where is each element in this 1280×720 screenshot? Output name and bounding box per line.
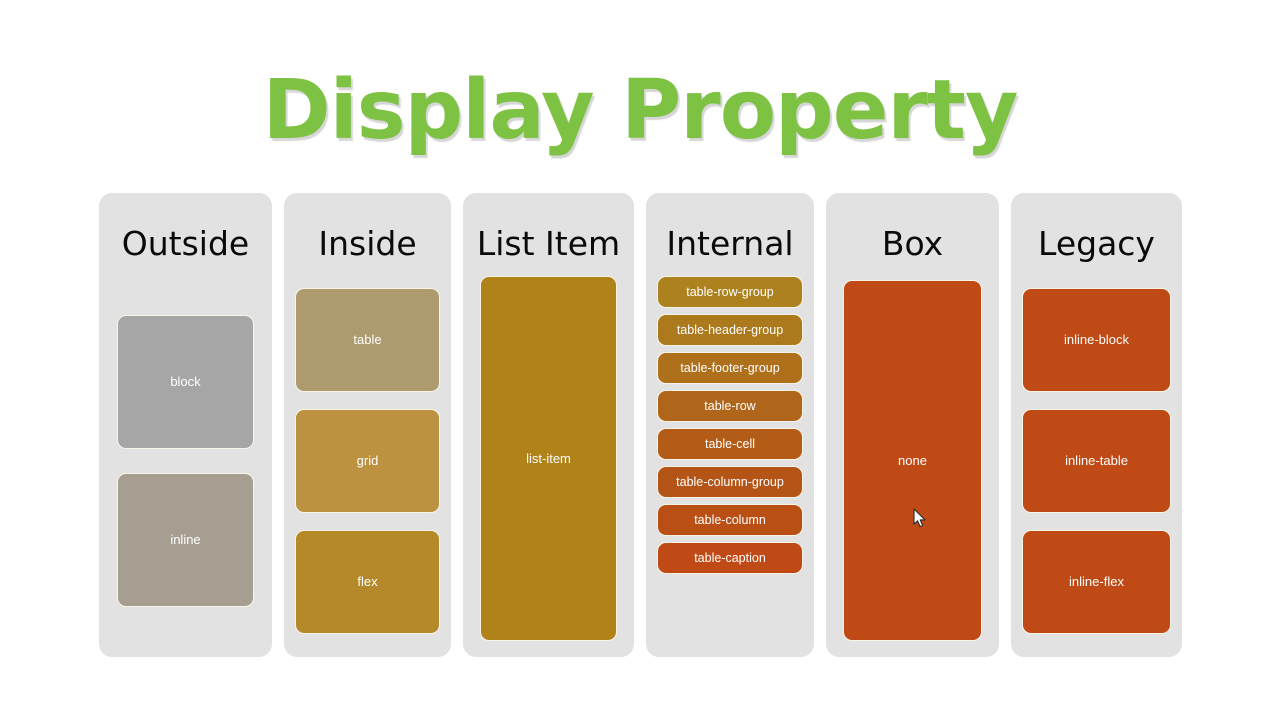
column-body-internal: table-row-group table-header-group table-f… xyxy=(657,276,803,641)
value-box-inline-flex[interactable]: inline-flex xyxy=(1022,529,1171,634)
column-body-box: none xyxy=(837,280,988,641)
column-legacy: Legacy inline-block inline-table inline-fle… xyxy=(1011,193,1182,657)
value-box-block[interactable]: block xyxy=(117,314,254,449)
column-internal: Internal table-row-group table-header-grou… xyxy=(646,193,814,657)
value-box-grid[interactable]: grid xyxy=(295,408,440,513)
value-box-none[interactable]: none xyxy=(843,280,982,641)
column-inside: Inside table grid flex xyxy=(284,193,451,657)
value-box-table-cell[interactable]: table-cell xyxy=(657,428,803,460)
slide-canvas: Display Property Outside block inline Insid… xyxy=(0,0,1280,720)
value-box-inline-block[interactable]: inline-block xyxy=(1022,287,1171,392)
value-box-list-item[interactable]: list-item xyxy=(480,276,617,641)
column-header-box: Box xyxy=(881,224,944,263)
column-header-inside: Inside xyxy=(318,224,417,263)
column-body-outside: block inline xyxy=(110,280,261,641)
display-property-columns: Outside block inline Inside table grid flex Lis… xyxy=(99,193,1187,657)
column-body-inside: table grid flex xyxy=(295,280,440,641)
value-box-table[interactable]: table xyxy=(295,287,440,392)
column-header-internal: Internal xyxy=(666,224,794,263)
column-box: Box none xyxy=(826,193,999,657)
column-header-list-item: List Item xyxy=(476,224,621,263)
value-box-table-row-group[interactable]: table-row-group xyxy=(657,276,803,308)
value-box-table-column[interactable]: table-column xyxy=(657,504,803,536)
column-header-outside: Outside xyxy=(121,224,250,263)
value-box-inline[interactable]: inline xyxy=(117,472,254,607)
column-list-item: List Item list-item xyxy=(463,193,634,657)
column-body-legacy: inline-block inline-table inline-flex xyxy=(1022,280,1171,641)
value-box-table-column-group[interactable]: table-column-group xyxy=(657,466,803,498)
value-box-table-caption[interactable]: table-caption xyxy=(657,542,803,574)
value-box-table-header-group[interactable]: table-header-group xyxy=(657,314,803,346)
value-box-table-footer-group[interactable]: table-footer-group xyxy=(657,352,803,384)
page-title: Display Property xyxy=(262,63,1019,158)
column-body-list-item: list-item xyxy=(474,276,623,641)
value-box-flex[interactable]: flex xyxy=(295,529,440,634)
value-box-table-row[interactable]: table-row xyxy=(657,390,803,422)
column-header-legacy: Legacy xyxy=(1038,224,1155,263)
column-outside: Outside block inline xyxy=(99,193,272,657)
value-box-inline-table[interactable]: inline-table xyxy=(1022,408,1171,513)
